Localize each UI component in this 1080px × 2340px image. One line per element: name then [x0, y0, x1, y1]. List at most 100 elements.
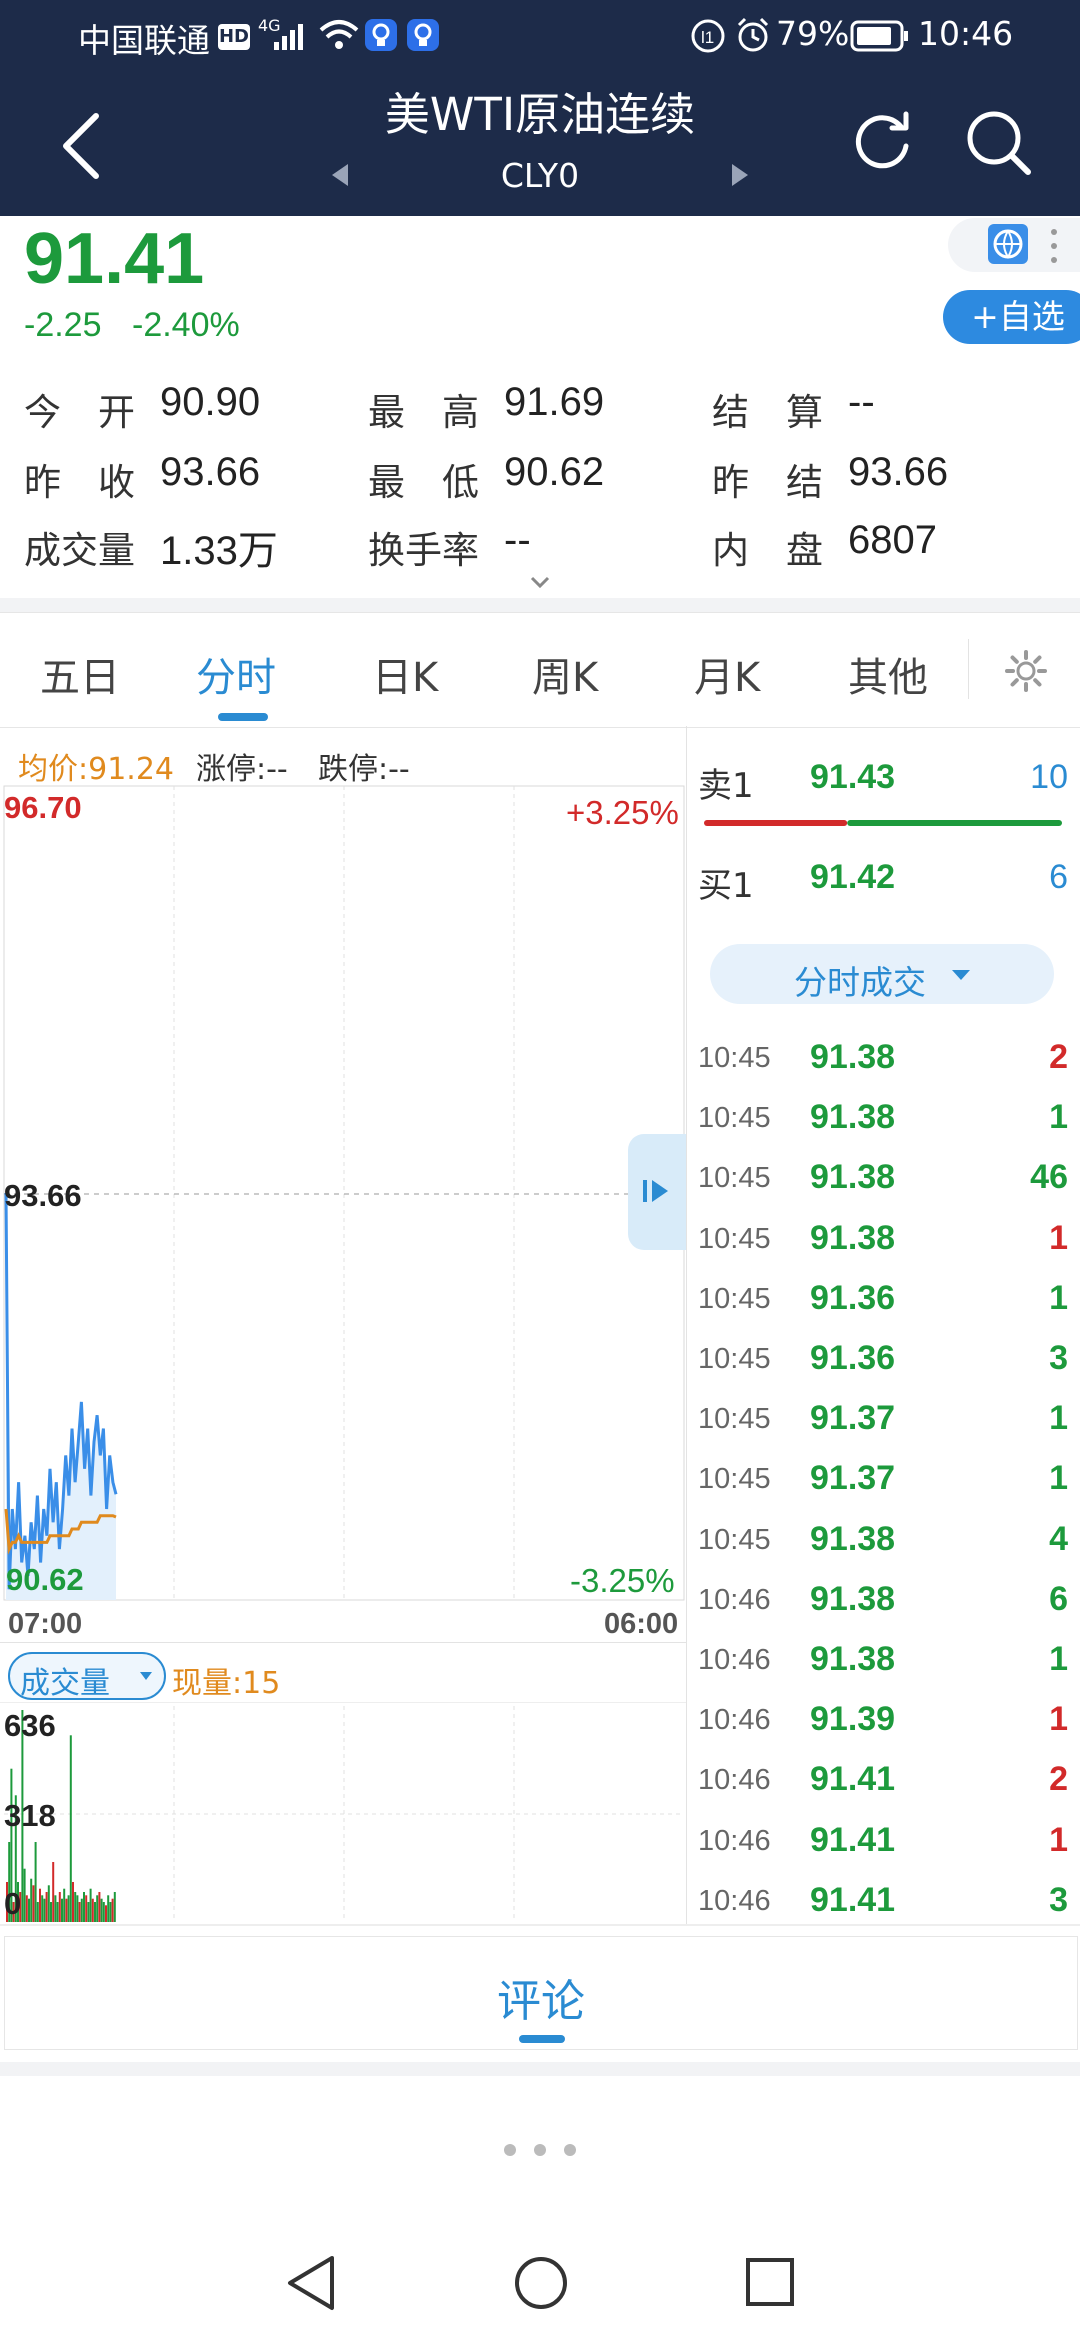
trade-volume: 6 [1049, 1579, 1068, 1618]
ask-price: 91.43 [810, 758, 896, 796]
alarm-icon [737, 17, 769, 52]
tab-daily-k[interactable]: 日K [372, 645, 438, 703]
volume-label: 成交量 [24, 529, 135, 572]
trade-time: 10:45 [698, 1042, 771, 1074]
search-icon[interactable] [964, 108, 1034, 178]
trade-volume: 1 [1049, 1640, 1068, 1678]
hd-badge: HD [218, 24, 250, 50]
expand-chevron-icon[interactable] [528, 574, 552, 592]
trade-time: 10:46 [698, 1764, 771, 1797]
volume-bar [91, 1898, 94, 1922]
volume-bar [78, 1902, 81, 1922]
current-volume-label: 现量:15 [172, 1666, 281, 1701]
globe-icon[interactable] [986, 222, 1030, 266]
high-value: 91.69 [504, 380, 605, 424]
tab-five-day[interactable]: 五日 [40, 645, 120, 703]
prev-close-value: 93.66 [160, 450, 261, 494]
volume-bar [94, 1902, 96, 1922]
trades-selector[interactable]: 分时成交 [710, 944, 1054, 1004]
trade-time: 10:46 [698, 1644, 771, 1676]
trade-time: 10:45 [698, 1523, 771, 1556]
volume-bar [39, 1888, 41, 1922]
volume-bar [56, 1902, 59, 1922]
trade-volume: 1 [1049, 1459, 1068, 1498]
settle-label: 结 算 [712, 391, 823, 434]
tab-monthly-k[interactable]: 月K [694, 645, 760, 703]
volume-bar [41, 1895, 44, 1922]
sell-ratio-segment [704, 820, 848, 826]
turnover-label: 换手率 [368, 529, 479, 572]
expand-panel-tab[interactable] [628, 1134, 686, 1250]
trade-price: 91.36 [810, 1339, 896, 1377]
pct-max-label: +3.25% [566, 794, 679, 831]
x-end-label: 06:00 [604, 1608, 679, 1640]
refresh-icon[interactable] [852, 108, 914, 170]
trade-price: 91.37 [810, 1399, 896, 1438]
trade-time: 10:46 [698, 1704, 771, 1737]
dropdown-caret-icon [952, 970, 970, 980]
volume-bar [50, 1902, 52, 1922]
trade-price: 91.41 [810, 1820, 896, 1859]
trade-volume: 46 [1030, 1158, 1068, 1197]
y-min-label: 90.62 [6, 1562, 84, 1597]
app-notification-icon [365, 19, 397, 51]
volume-bar [52, 1862, 55, 1922]
volume-bar [111, 1898, 114, 1922]
volume-bar [65, 1898, 68, 1922]
add-watchlist-button[interactable]: +自选 [943, 290, 1080, 344]
trade-volume: 1 [1049, 1218, 1068, 1257]
comment-tab-indicator [519, 2035, 565, 2043]
last-price: 91.41 [24, 219, 205, 299]
section-divider [0, 2062, 1080, 2076]
volume-divider [0, 1642, 686, 1643]
trade-time: 10:45 [698, 1162, 771, 1195]
volume-max-label: 636 [4, 1708, 56, 1743]
tab-intraday[interactable]: 分时 [196, 645, 276, 703]
chart-settings-gear-icon[interactable] [1004, 649, 1048, 693]
volume-bar [102, 1902, 105, 1922]
intraday-chart[interactable] [0, 784, 686, 1602]
trade-time: 10:46 [698, 1884, 771, 1917]
volume-min-label: 0 [4, 1886, 22, 1921]
volume-bar [85, 1895, 88, 1922]
trade-price: 91.38 [810, 1038, 896, 1076]
volume-bar [23, 1868, 26, 1922]
instrument-code: CLY0 [500, 156, 580, 195]
limit-up-label: 涨停:-- [196, 752, 288, 787]
battery-percent: 79% [776, 14, 850, 53]
trade-price: 91.38 [810, 1218, 896, 1257]
trade-time: 10:45 [698, 1403, 771, 1436]
tab-weekly-k[interactable]: 周K [532, 645, 598, 703]
next-instrument-icon[interactable] [728, 162, 752, 188]
trade-volume: 1 [1049, 1278, 1068, 1317]
x-start-label: 07:00 [8, 1608, 83, 1640]
dropdown-caret-icon [140, 1672, 152, 1680]
data-saver-icon: l1 [691, 19, 725, 53]
more-options-icon[interactable] [1048, 226, 1060, 266]
price-change-percent: -2.40% [132, 306, 240, 344]
tab-divider [968, 639, 969, 699]
trade-volume: 2 [1049, 1038, 1068, 1076]
page-title: 美WTI原油连续 [384, 88, 696, 141]
volume-bar [45, 1892, 48, 1922]
trade-time: 10:46 [698, 1583, 771, 1616]
loading-dots-icon [504, 2144, 576, 2156]
volume-indicator-selector[interactable]: 成交量 [8, 1652, 166, 1701]
volume-value: 1.33万 [160, 529, 278, 573]
bid-label: 买1 [698, 866, 754, 906]
volume-bar [89, 1888, 92, 1922]
volume-bar [100, 1898, 103, 1922]
system-recents-icon[interactable] [744, 2256, 798, 2310]
trade-time: 10:45 [698, 1282, 771, 1315]
comment-tab[interactable]: 评论 [5, 1965, 1077, 2029]
prev-close-label: 昨 收 [24, 461, 135, 504]
avg-price-label: 均价:91.24 [18, 752, 174, 787]
volume-bar [61, 1898, 63, 1922]
system-home-icon[interactable] [512, 2254, 570, 2312]
volume-bar [25, 1895, 28, 1922]
tab-other[interactable]: 其他 [848, 645, 928, 703]
trade-volume: 2 [1049, 1760, 1068, 1799]
system-back-icon[interactable] [284, 2254, 340, 2312]
expand-right-icon [643, 1180, 668, 1202]
trade-volume: 3 [1049, 1339, 1068, 1377]
